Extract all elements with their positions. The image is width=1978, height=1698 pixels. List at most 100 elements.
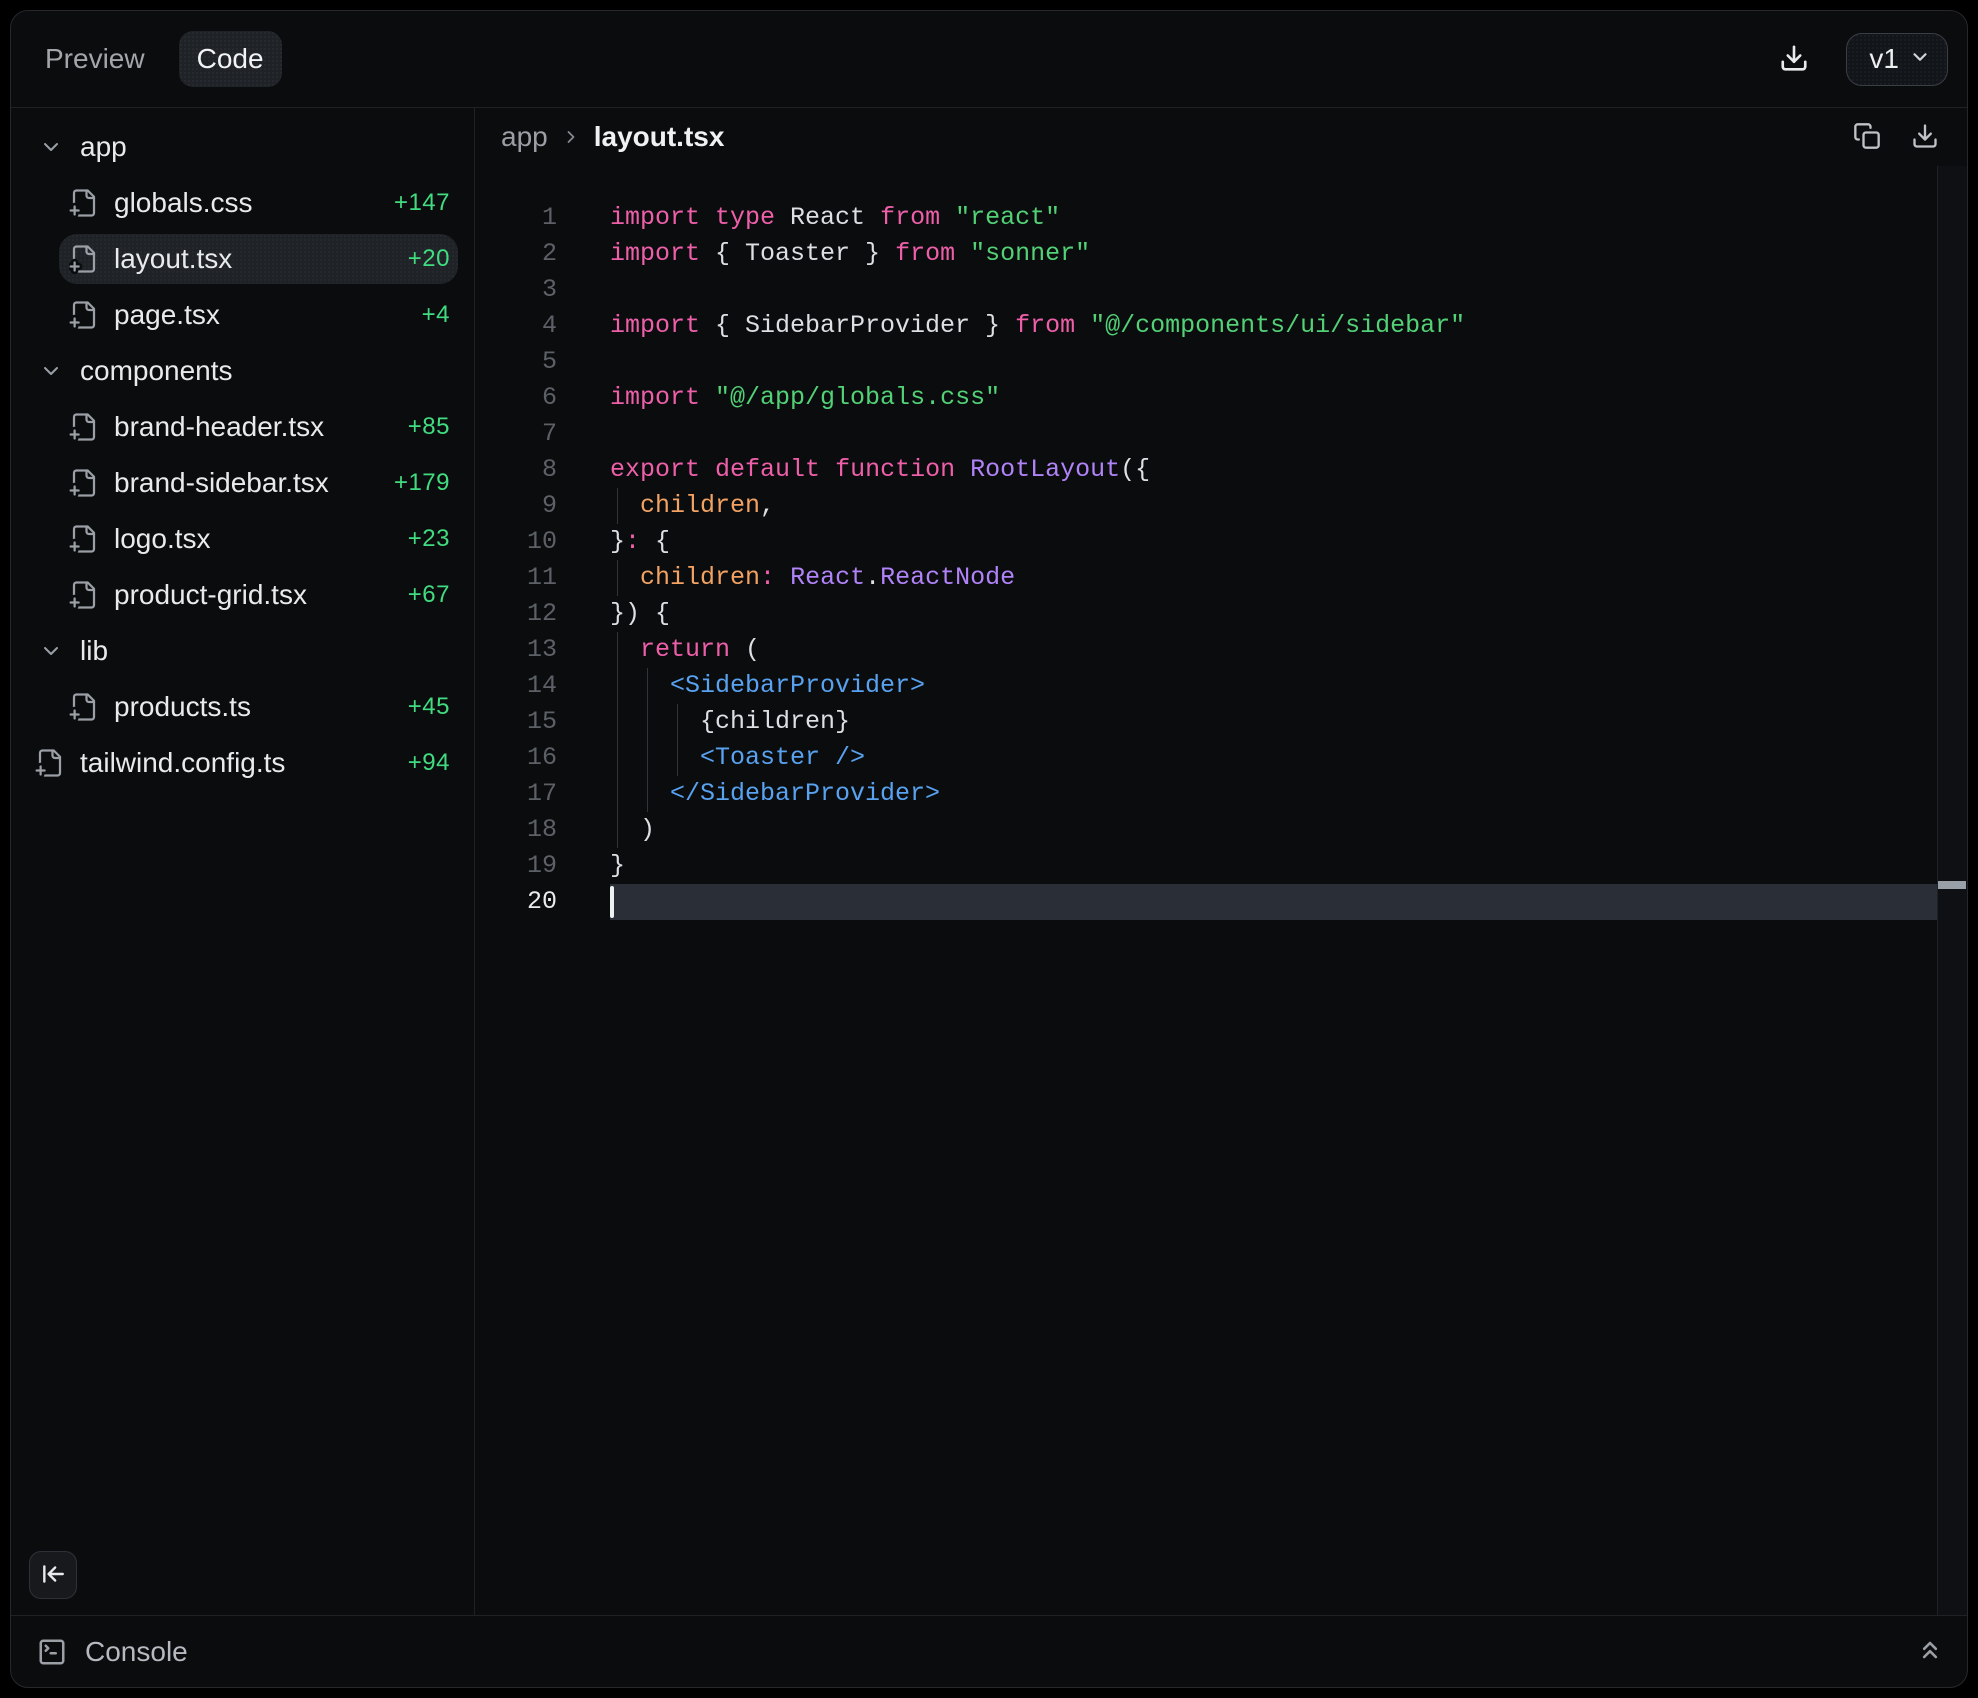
indent-guide xyxy=(647,704,648,740)
collapse-sidebar-button[interactable] xyxy=(29,1551,77,1599)
line-content: children: React.ReactNode xyxy=(557,560,1967,596)
panel-left-close-icon xyxy=(40,1561,66,1590)
code-editor: app layout.tsx xyxy=(475,108,1967,1615)
code-line-14[interactable]: 14 <SidebarProvider> xyxy=(475,668,1967,704)
code-line-2[interactable]: 2import { Toaster } from "sonner" xyxy=(475,236,1967,272)
breadcrumb-file: layout.tsx xyxy=(594,121,725,153)
item-label: tailwind.config.ts xyxy=(80,747,285,779)
tab-preview[interactable]: Preview xyxy=(45,43,145,75)
main-area: appglobals.css+147layout.tsx+20page.tsx+… xyxy=(11,108,1967,1615)
sidebar-item-lib[interactable]: lib xyxy=(11,623,474,679)
download-project-button[interactable] xyxy=(1779,43,1809,76)
code-line-17[interactable]: 17 </SidebarProvider> xyxy=(475,776,1967,812)
indent-guide xyxy=(677,704,678,740)
file-diff-icon xyxy=(69,188,99,218)
item-label: brand-header.tsx xyxy=(114,411,324,443)
sidebar-item-products-ts[interactable]: products.ts+45 xyxy=(11,679,474,735)
line-content: return ( xyxy=(557,632,1967,668)
item-label: logo.tsx xyxy=(114,523,211,555)
expand-console-button[interactable] xyxy=(1916,1636,1944,1667)
code-line-6[interactable]: 6import "@/app/globals.css" xyxy=(475,380,1967,416)
code-line-3[interactable]: 3 xyxy=(475,272,1967,308)
file-tree: appglobals.css+147layout.tsx+20page.tsx+… xyxy=(11,119,474,791)
code-line-7[interactable]: 7 xyxy=(475,416,1967,452)
indent-guide xyxy=(647,668,648,704)
tab-code[interactable]: Code xyxy=(179,31,282,87)
line-content: import type React from "react" xyxy=(557,200,1967,236)
download-icon xyxy=(1779,43,1809,76)
code-line-4[interactable]: 4import { SidebarProvider } from "@/comp… xyxy=(475,308,1967,344)
line-content: </SidebarProvider> xyxy=(557,776,1967,812)
line-content: children, xyxy=(557,488,1967,524)
code-line-20[interactable]: 20 xyxy=(475,884,1967,920)
item-label: lib xyxy=(80,635,108,667)
sidebar-item-globals-css[interactable]: globals.css+147 xyxy=(11,175,474,231)
indent-guide xyxy=(617,812,618,848)
diff-count: +94 xyxy=(408,749,450,777)
code-line-15[interactable]: 15 {children} xyxy=(475,704,1967,740)
code-line-8[interactable]: 8export default function RootLayout({ xyxy=(475,452,1967,488)
tab-code-label: Code xyxy=(197,43,264,75)
item-label: page.tsx xyxy=(114,299,220,331)
item-label: product-grid.tsx xyxy=(114,579,307,611)
file-diff-icon xyxy=(69,580,99,610)
line-number: 2 xyxy=(475,236,557,272)
code-area[interactable]: 1import type React from "react"2import {… xyxy=(475,166,1967,1615)
line-number: 12 xyxy=(475,596,557,632)
version-dropdown[interactable]: v1 xyxy=(1846,33,1948,86)
sidebar-item-layout-tsx[interactable]: layout.tsx+20 xyxy=(11,231,474,287)
line-content xyxy=(557,344,1967,380)
indent-guide xyxy=(617,776,618,812)
indent-guide xyxy=(617,668,618,704)
line-content: <Toaster /> xyxy=(557,740,1967,776)
line-number: 7 xyxy=(475,416,557,452)
item-label: globals.css xyxy=(114,187,253,219)
code-line-18[interactable]: 18 ) xyxy=(475,812,1967,848)
chevron-down-icon xyxy=(39,135,63,159)
line-content: } xyxy=(557,848,1967,884)
editor-header: app layout.tsx xyxy=(475,108,1967,166)
line-content: }) { xyxy=(557,596,1967,632)
line-number: 1 xyxy=(475,200,557,236)
text-caret xyxy=(610,886,614,918)
breadcrumb-folder[interactable]: app xyxy=(501,121,548,153)
copy-code-button[interactable] xyxy=(1853,122,1881,153)
sidebar-item-page-tsx[interactable]: page.tsx+4 xyxy=(11,287,474,343)
line-content: export default function RootLayout({ xyxy=(557,452,1967,488)
code-line-11[interactable]: 11 children: React.ReactNode xyxy=(475,560,1967,596)
sidebar-item-product-grid-tsx[interactable]: product-grid.tsx+67 xyxy=(11,567,474,623)
app-panel: Preview Code v1 appglobals.css+147layout… xyxy=(10,10,1968,1688)
line-content: import "@/app/globals.css" xyxy=(557,380,1967,416)
code-line-5[interactable]: 5 xyxy=(475,344,1967,380)
code-line-9[interactable]: 9 children, xyxy=(475,488,1967,524)
sidebar-item-brand-sidebar-tsx[interactable]: brand-sidebar.tsx+179 xyxy=(11,455,474,511)
line-content: }: { xyxy=(557,524,1967,560)
code-line-12[interactable]: 12}) { xyxy=(475,596,1967,632)
code-line-13[interactable]: 13 return ( xyxy=(475,632,1967,668)
indent-guide xyxy=(617,704,618,740)
sidebar-item-app[interactable]: app xyxy=(11,119,474,175)
file-diff-icon xyxy=(69,524,99,554)
indent-guide xyxy=(647,740,648,776)
diff-count: +45 xyxy=(408,693,450,721)
sidebar-item-tailwind-config-ts[interactable]: tailwind.config.ts +94 xyxy=(11,735,474,791)
download-file-button[interactable] xyxy=(1911,122,1939,153)
console-bar[interactable]: Console xyxy=(11,1615,1967,1687)
line-content: ) xyxy=(557,812,1967,848)
download-icon xyxy=(1911,122,1939,153)
sidebar-item-logo-tsx[interactable]: logo.tsx+23 xyxy=(11,511,474,567)
sidebar-item-components[interactable]: components xyxy=(11,343,474,399)
line-content: import { Toaster } from "sonner" xyxy=(557,236,1967,272)
item-label: brand-sidebar.tsx xyxy=(114,467,329,499)
code-line-19[interactable]: 19} xyxy=(475,848,1967,884)
file-diff-icon xyxy=(69,692,99,722)
line-number: 20 xyxy=(475,884,557,920)
code-line-16[interactable]: 16 <Toaster /> xyxy=(475,740,1967,776)
sidebar-item-brand-header-tsx[interactable]: brand-header.tsx+85 xyxy=(11,399,474,455)
line-number: 19 xyxy=(475,848,557,884)
code-line-10[interactable]: 10}: { xyxy=(475,524,1967,560)
line-content xyxy=(557,884,1967,920)
chevron-right-icon xyxy=(561,127,581,147)
code-line-1[interactable]: 1import type React from "react" xyxy=(475,200,1967,236)
indent-guide xyxy=(617,560,618,596)
